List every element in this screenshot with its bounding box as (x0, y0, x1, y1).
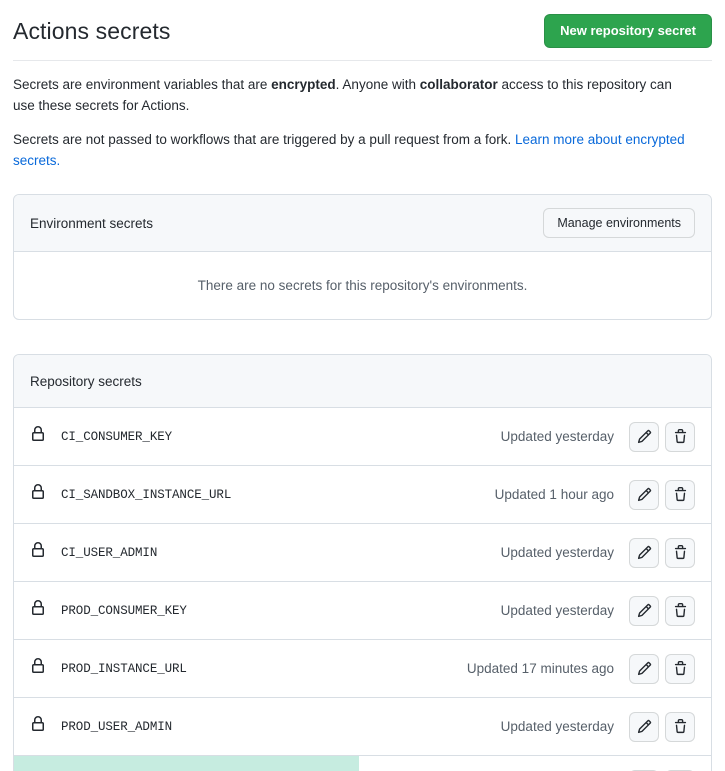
edit-secret-button[interactable] (629, 537, 659, 568)
environment-secrets-header: Environment secrets Manage environments (14, 195, 711, 253)
intro-bold-encrypted: encrypted (271, 77, 336, 92)
table-row[interactable]: CI_USER_ADMIN Updated yesterday (14, 524, 711, 583)
table-row[interactable]: CI_CONSUMER_KEY Updated yesterday (14, 408, 711, 467)
trash-icon (673, 603, 688, 618)
trash-icon (673, 719, 688, 734)
trash-icon (673, 429, 688, 444)
secret-updated-time: Updated 1 hour ago (494, 487, 614, 503)
secret-name: PROD_CONSUMER_KEY (61, 603, 187, 618)
table-row[interactable]: PROD_USER_ADMIN Updated yesterday (14, 698, 711, 757)
pencil-icon (637, 719, 652, 734)
lock-icon (30, 716, 46, 737)
secret-updated-time: Updated yesterday (500, 429, 614, 445)
edit-secret-button[interactable] (629, 653, 659, 684)
actions-secrets-page: Actions secrets New repository secret Se… (0, 0, 725, 771)
delete-secret-button[interactable] (665, 711, 695, 742)
pencil-icon (637, 487, 652, 502)
intro-paragraph-2: Secrets are not passed to workflows that… (13, 130, 685, 172)
lock-icon (30, 600, 46, 621)
trash-icon (673, 487, 688, 502)
intro-bold-collaborator: collaborator (419, 77, 498, 92)
manage-environments-button[interactable]: Manage environments (543, 208, 695, 239)
environment-secrets-title: Environment secrets (30, 215, 154, 231)
table-row[interactable]: SERVER_KEY_CERTIFICATEUpdated 3 minutes … (14, 756, 711, 771)
lock-icon (30, 542, 46, 563)
pencil-icon (637, 661, 652, 676)
delete-secret-button[interactable] (665, 479, 695, 510)
repository-secrets-title: Repository secrets (30, 373, 142, 389)
pencil-icon (637, 429, 652, 444)
table-row[interactable]: PROD_INSTANCE_URL Updated 17 minutes ago (14, 640, 711, 699)
secret-name: CI_USER_ADMIN (61, 545, 158, 560)
intro-paragraph-1: Secrets are environment variables that a… (13, 75, 685, 117)
edit-secret-button[interactable] (629, 711, 659, 742)
delete-secret-button[interactable] (665, 537, 695, 568)
secret-name: PROD_USER_ADMIN (61, 719, 173, 734)
environment-secrets-empty-message: There are no secrets for this repository… (197, 278, 528, 294)
pencil-icon (637, 545, 652, 560)
secret-updated-time: Updated yesterday (500, 603, 614, 619)
lock-icon (30, 658, 46, 679)
intro-text-1b: . Anyone with (335, 77, 420, 92)
environment-secrets-card: Environment secrets Manage environments … (13, 194, 712, 321)
secret-name: PROD_INSTANCE_URL (61, 661, 187, 676)
pencil-icon (637, 603, 652, 618)
repository-secrets-list: CI_CONSUMER_KEY Updated yesterday CI_SANDB… (14, 408, 711, 771)
lock-icon (30, 484, 46, 505)
delete-secret-button[interactable] (665, 421, 695, 452)
table-row[interactable]: PROD_CONSUMER_KEY Updated yesterday (14, 582, 711, 641)
edit-secret-button[interactable] (629, 479, 659, 510)
page-title: Actions secrets (13, 17, 171, 44)
trash-icon (673, 545, 688, 560)
page-header: Actions secrets New repository secret (13, 0, 712, 61)
secret-name: CI_SANDBOX_INSTANCE_URL (61, 487, 232, 502)
intro-text-2: Secrets are not passed to workflows that… (13, 132, 515, 148)
trash-icon (673, 661, 688, 676)
secret-updated-time: Updated 17 minutes ago (466, 661, 614, 677)
new-repository-secret-button[interactable]: New repository secret (544, 14, 712, 48)
lock-icon (30, 426, 46, 447)
secret-updated-time: Updated yesterday (500, 545, 614, 561)
delete-secret-button[interactable] (665, 653, 695, 684)
edit-secret-button[interactable] (629, 595, 659, 626)
repository-secrets-card: Repository secrets CI_CONSUMER_KEY Update… (13, 354, 712, 771)
table-row[interactable]: CI_SANDBOX_INSTANCE_URL Updated 1 hour ag… (14, 466, 711, 525)
delete-secret-button[interactable] (665, 595, 695, 626)
secret-updated-time: Updated yesterday (500, 719, 614, 735)
edit-secret-button[interactable] (629, 421, 659, 452)
intro-text-1a: Secrets are environment variables that a… (13, 77, 272, 92)
repository-secrets-header: Repository secrets (14, 355, 711, 409)
secret-name: CI_CONSUMER_KEY (61, 429, 173, 444)
